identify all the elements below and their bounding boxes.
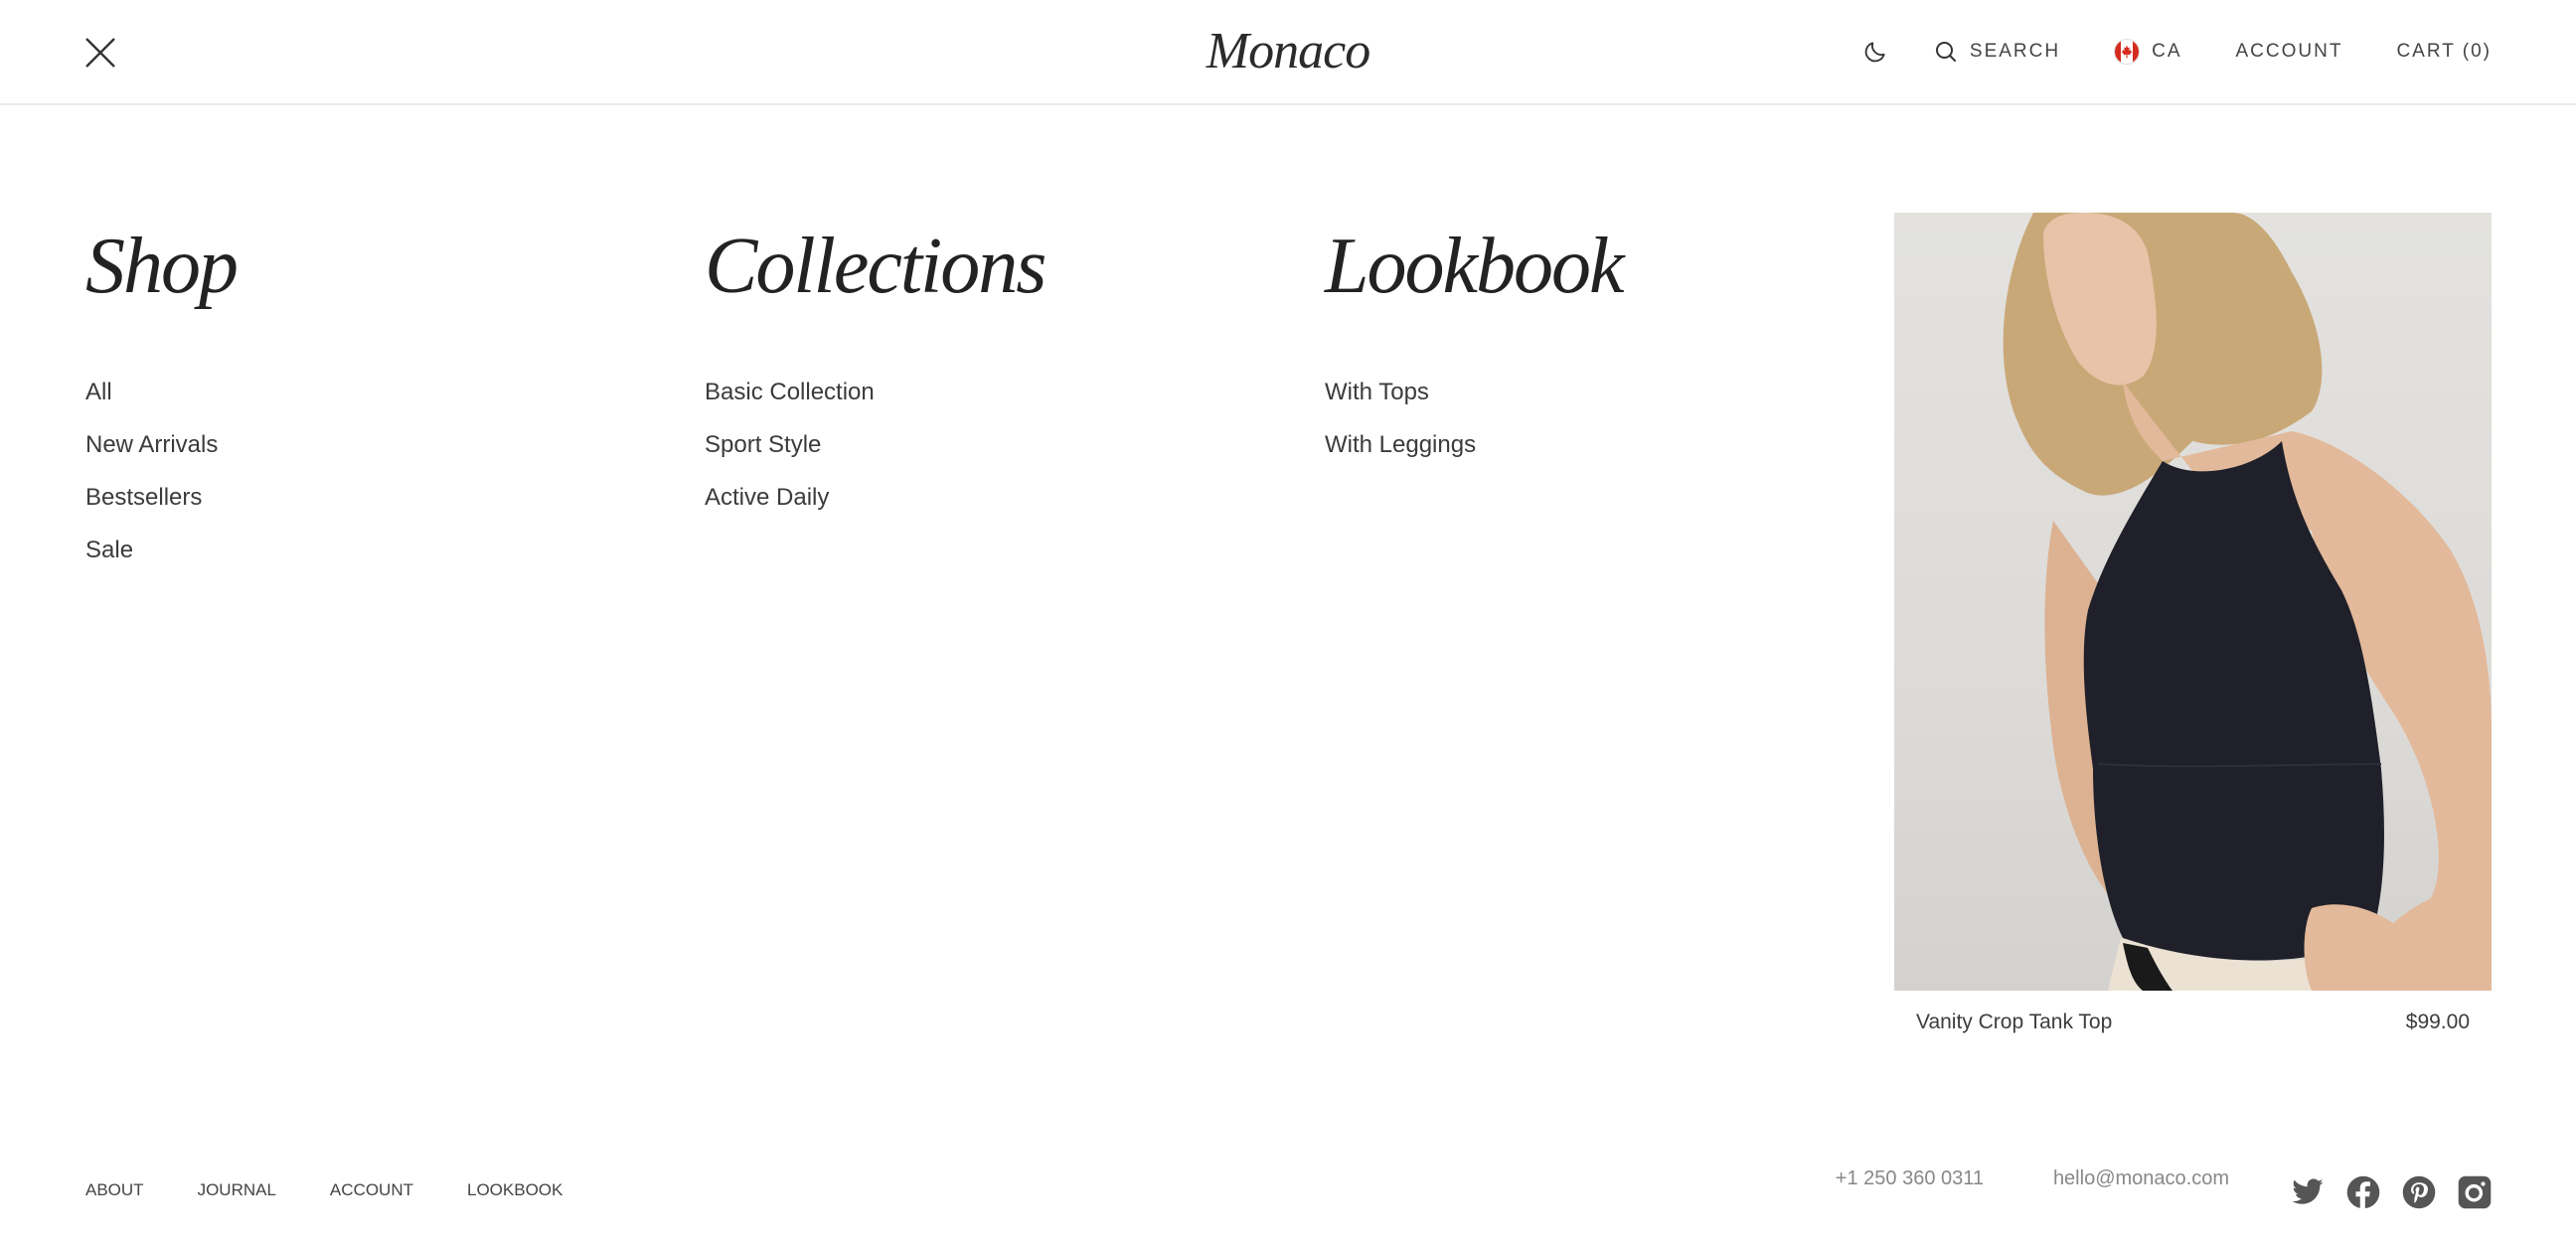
menu-links-lookbook: With Tops With Leggings [1325, 366, 1623, 471]
footer-nav: ABOUT JOURNAL ACCOUNT LOOKBOOK [85, 1180, 616, 1200]
site-header: Monaco SEARCH CA ACCOUNT CART (0) [0, 0, 2576, 105]
menu-link-all[interactable]: All [85, 366, 237, 418]
search-label: SEARCH [1969, 41, 2061, 62]
header-nav: SEARCH CA ACCOUNT CART (0) [1862, 0, 2492, 103]
theme-toggle-button[interactable] [1862, 39, 1888, 65]
menu-column-lookbook: Lookbook With Tops With Leggings [1325, 217, 1625, 471]
instagram-icon [2458, 1175, 2492, 1209]
menu-link-basic-collection[interactable]: Basic Collection [705, 366, 1045, 418]
instagram-link[interactable] [2458, 1175, 2492, 1209]
product-photo-illustration [2003, 213, 2492, 991]
product-image[interactable] [1894, 213, 2492, 991]
site-logo[interactable]: Monaco [1207, 23, 1370, 79]
footer-link-lookbook[interactable]: LOOKBOOK [467, 1180, 563, 1200]
twitter-icon [2292, 1178, 2324, 1204]
cart-link[interactable]: CART (0) [2396, 41, 2492, 63]
social-links [2291, 1175, 2513, 1209]
footer-link-journal[interactable]: JOURNAL [198, 1180, 276, 1200]
facebook-icon [2346, 1175, 2380, 1209]
pinterest-link[interactable] [2402, 1175, 2436, 1209]
menu-link-new-arrivals[interactable]: New Arrivals [85, 418, 237, 471]
menu-column-shop: Shop All New Arrivals Bestsellers Sale [85, 217, 239, 576]
cart-label: CART (0) [2396, 41, 2492, 62]
menu-heading-collections[interactable]: Collections [705, 217, 1046, 316]
product-caption: Vanity Crop Tank Top $99.00 [1894, 1011, 2492, 1034]
menu-link-sport-style[interactable]: Sport Style [705, 418, 1045, 471]
menu-links-collections: Basic Collection Sport Style Active Dail… [705, 366, 1045, 524]
search-icon [1935, 42, 1956, 62]
facebook-link[interactable] [2346, 1175, 2380, 1209]
menu-link-bestsellers[interactable]: Bestsellers [85, 471, 237, 524]
menu-heading-shop[interactable]: Shop [85, 217, 239, 316]
region-label: CA [2152, 41, 2182, 62]
menu-link-with-leggings[interactable]: With Leggings [1325, 418, 1623, 471]
product-name[interactable]: Vanity Crop Tank Top [1916, 1011, 2112, 1034]
region-selector[interactable]: CA [2114, 39, 2181, 65]
menu-link-active-daily[interactable]: Active Daily [705, 471, 1045, 524]
menu-links-shop: All New Arrivals Bestsellers Sale [85, 366, 237, 576]
account-label: ACCOUNT [2235, 41, 2343, 62]
account-link[interactable]: ACCOUNT [2236, 41, 2343, 63]
product-price: $99.00 [2405, 1011, 2470, 1033]
close-icon [85, 38, 115, 68]
footer-link-about[interactable]: ABOUT [85, 1180, 144, 1200]
footer-link-account[interactable]: ACCOUNT [330, 1180, 413, 1200]
menu-link-sale[interactable]: Sale [85, 524, 237, 576]
moon-icon [1864, 42, 1885, 63]
menu-heading-lookbook[interactable]: Lookbook [1325, 217, 1625, 316]
contact-email[interactable]: hello@monaco.com [2053, 1168, 2229, 1190]
close-menu-button[interactable] [83, 36, 117, 70]
pinterest-icon [2402, 1175, 2436, 1209]
search-button[interactable]: SEARCH [1934, 40, 2060, 64]
menu-link-with-tops[interactable]: With Tops [1325, 366, 1623, 418]
twitter-link[interactable] [2291, 1175, 2325, 1209]
canada-flag-icon [2114, 39, 2141, 65]
contact-phone[interactable]: +1 250 360 0311 [1836, 1168, 1984, 1190]
menu-column-collections: Collections Basic Collection Sport Style… [705, 217, 1046, 524]
featured-product-card[interactable]: Vanity Crop Tank Top $99.00 [1894, 213, 2492, 1034]
